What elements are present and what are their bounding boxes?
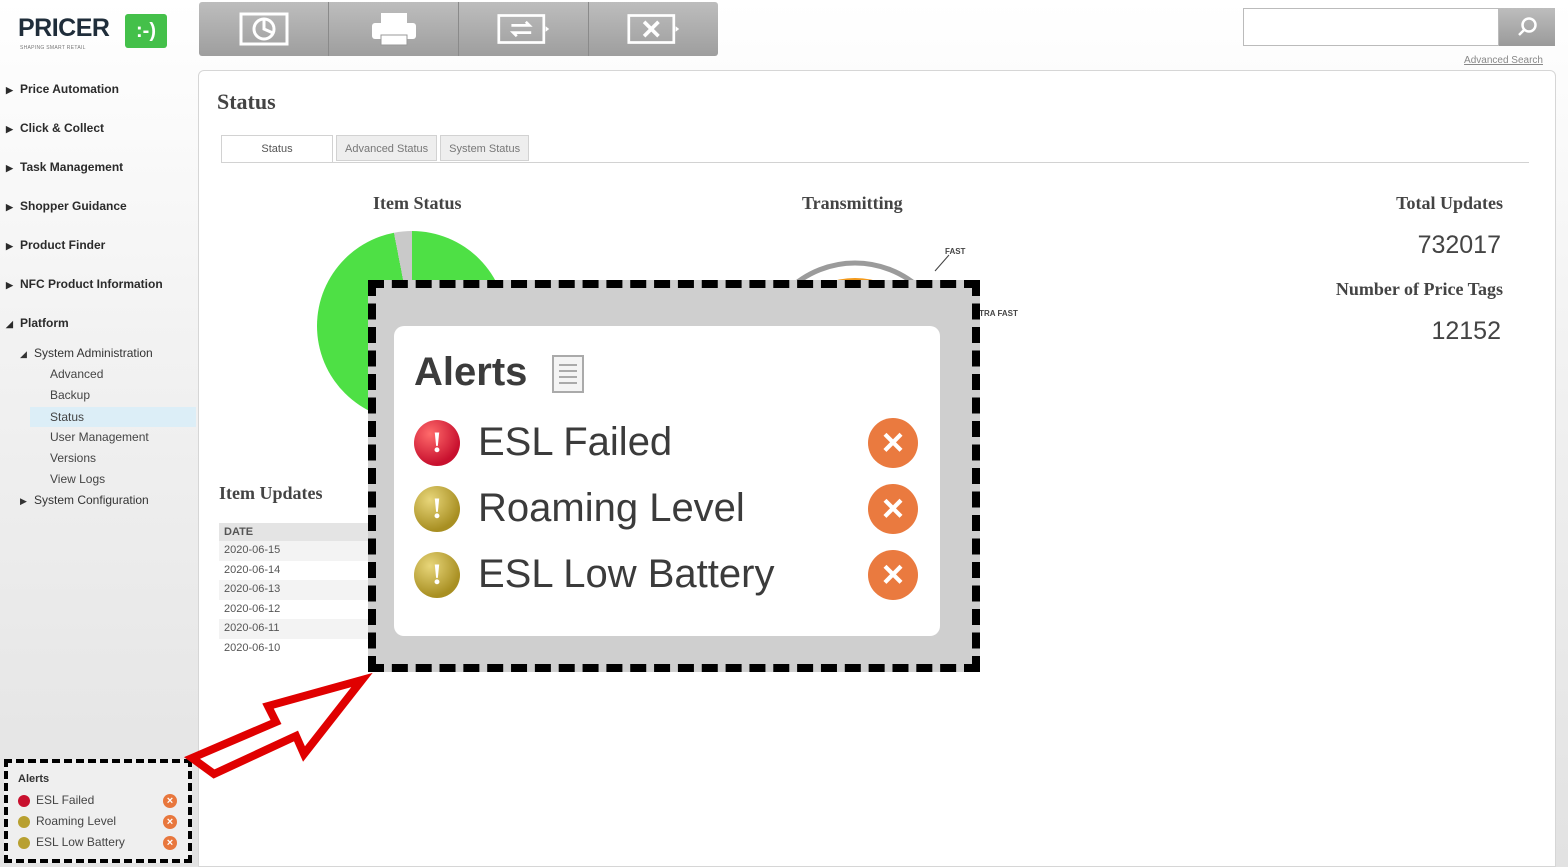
chevron-down-icon: ◢ [6,319,13,329]
sidebar-item-price-automation[interactable]: ▶ Price Automation [6,82,119,96]
dismiss-icon[interactable]: × [868,484,918,534]
item-updates-table: DATE 2020-06-15 2020-06-14 2020-06-13 20… [219,523,389,658]
dismiss-icon[interactable]: × [163,836,177,850]
item-updates-title: Item Updates [219,483,323,503]
alert-item-roaming-level[interactable]: Roaming Level × [18,814,188,830]
alert-row-roaming-level[interactable]: ! Roaming Level × [414,484,920,534]
error-icon [18,795,30,807]
smile-icon: :-) [125,14,167,48]
sidebar-item-task-management[interactable]: ▶ Task Management [6,160,123,174]
logo-text: PRICER [18,14,110,42]
tab-bar: Status Advanced Status System Status [221,135,532,163]
table-row: 2020-06-10 [224,641,281,654]
alert-item-esl-failed[interactable]: ESL Failed × [18,793,188,809]
advanced-search-link[interactable]: Advanced Search [1464,55,1543,66]
map-icon [237,11,291,47]
print-icon [367,11,421,47]
sidebar-item-click-collect[interactable]: ▶ Click & Collect [6,121,104,135]
search-icon [1518,17,1537,36]
dismiss-icon[interactable]: × [868,550,918,600]
sidebar-item-system-configuration[interactable]: ▶ System Configuration [20,493,149,507]
price-tags-value: 12152 [1431,317,1501,345]
chevron-right-icon: ▶ [6,124,13,134]
print-button[interactable] [329,2,459,56]
table-header-date: DATE [219,523,389,541]
sidebar-item-status[interactable]: Status [30,407,196,427]
sidebar-item-shopper-guidance[interactable]: ▶ Shopper Guidance [6,199,127,213]
transmitting-title: Transmitting [802,193,903,213]
sidebar-item-backup[interactable]: Backup [50,388,90,402]
chevron-right-icon: ▶ [20,496,27,506]
map-button[interactable] [199,2,329,56]
alerts-title: Alerts [414,350,528,394]
table-row: 2020-06-14 [224,563,281,576]
search-area: Advanced Search [1243,8,1555,66]
chevron-right-icon: ▶ [6,280,13,290]
warning-icon: ! [414,552,460,598]
dismiss-icon[interactable]: × [163,815,177,829]
table-row: 2020-06-12 [224,602,281,615]
alert-row-esl-low-battery[interactable]: ! ESL Low Battery × [414,550,920,600]
item-status-title: Item Status [373,193,462,213]
document-icon[interactable] [551,354,585,394]
logo-tagline: SHAPING SMART RETAIL [20,45,86,51]
error-icon: ! [414,420,460,466]
sidebar-item-advanced[interactable]: Advanced [50,367,103,381]
tab-status[interactable]: Status [221,135,333,163]
alerts-zoom-card: Alerts ! ESL Failed × ! Roaming Level × … [394,326,940,636]
sidebar-item-user-management[interactable]: User Management [50,430,149,444]
table-row: 2020-06-15 [219,541,389,561]
sidebar-item-view-logs[interactable]: View Logs [50,472,105,486]
price-tags-label: Number of Price Tags [1335,279,1503,299]
chevron-right-icon: ▶ [6,163,13,173]
warning-icon: ! [414,486,460,532]
alert-row-esl-failed[interactable]: ! ESL Failed × [414,418,920,468]
transfer-button[interactable] [459,2,589,56]
clear-icon [626,11,681,47]
alert-item-esl-low-battery[interactable]: ESL Low Battery × [18,835,188,851]
tab-system-status[interactable]: System Status [440,135,530,161]
chevron-right-icon: ▶ [6,85,13,95]
chevron-down-icon: ◢ [20,349,27,359]
total-updates-label: Total Updates [1396,193,1503,213]
sidebar-item-platform[interactable]: ◢ Platform [6,316,69,330]
transfer-icon [496,11,551,47]
table-row: 2020-06-11 [219,619,389,639]
tabs-divider [221,162,1529,163]
chevron-right-icon: ▶ [6,241,13,251]
page-title: Status [217,89,276,114]
pricer-logo[interactable]: PRICER :-) SHAPING SMART RETAIL [18,12,173,56]
alerts-zoom-callout: Alerts ! ESL Failed × ! Roaming Level × … [368,280,980,672]
toolbar [199,2,718,56]
alerts-widget: Alerts ESL Failed × Roaming Level × ESL … [4,759,192,863]
alerts-widget-title: Alerts [18,773,50,785]
sidebar-item-nfc-product-information[interactable]: ▶ NFC Product Information [6,277,163,291]
chevron-right-icon: ▶ [6,202,13,212]
search-button[interactable] [1499,8,1555,46]
dismiss-icon[interactable]: × [163,794,177,808]
sidebar-item-system-administration[interactable]: ◢ System Administration [20,346,153,360]
gauge-label-fast: FAST [945,247,966,256]
total-updates-value: 732017 [1417,231,1501,259]
table-body: 2020-06-15 2020-06-14 2020-06-13 2020-06… [219,541,389,658]
warning-icon [18,816,30,828]
sidebar-item-product-finder[interactable]: ▶ Product Finder [6,238,105,252]
tab-advanced-status[interactable]: Advanced Status [336,135,438,161]
dismiss-icon[interactable]: × [868,418,918,468]
warning-icon [18,837,30,849]
clear-button[interactable] [589,2,718,56]
annotation-arrow-icon [183,672,373,779]
search-input[interactable] [1243,8,1499,46]
sidebar-item-versions[interactable]: Versions [50,451,96,465]
table-row: 2020-06-13 [219,580,389,600]
